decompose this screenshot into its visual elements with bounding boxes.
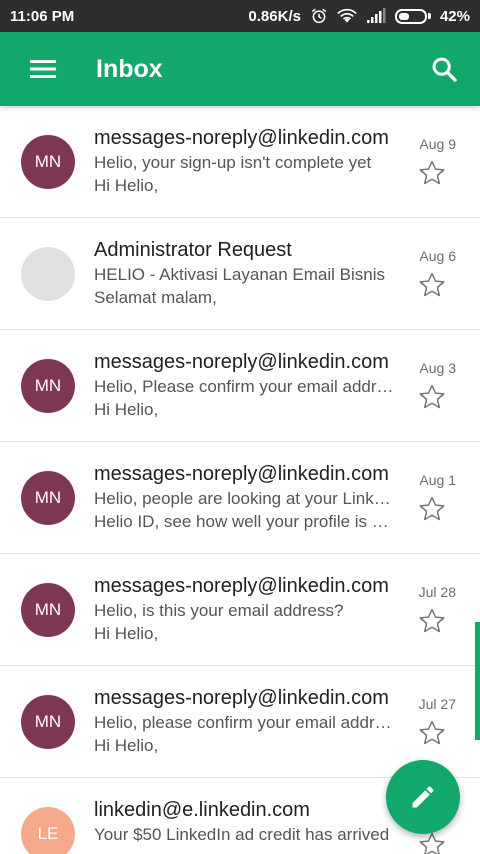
email-date: Aug 1 — [419, 472, 456, 488]
email-sender: messages-noreply@linkedin.com — [94, 351, 389, 373]
email-snippet: Hi Helio, — [94, 624, 159, 643]
avatar: MN — [21, 359, 75, 413]
star-icon[interactable] — [417, 158, 447, 188]
email-snippet: Hi Helio, — [94, 736, 159, 755]
email-snippet: Helio ID, see how well your profile is d… — [94, 512, 394, 531]
status-icons: 0.86K/s 42% — [248, 7, 470, 25]
avatar — [21, 247, 75, 301]
avatar: MN — [21, 695, 75, 749]
email-text: Administrator Request HELIO - Aktivasi L… — [94, 237, 394, 309]
search-button[interactable] — [414, 32, 474, 106]
email-subject: Helio, is this your email address? — [94, 601, 344, 620]
email-subject: Helio, please confirm your email address — [94, 713, 394, 732]
scrollbar[interactable] — [475, 622, 480, 740]
email-snippet: Selamat malam, — [94, 288, 217, 307]
battery-percent: 42% — [439, 7, 470, 25]
email-text: messages-noreply@linkedin.com Helio, ple… — [94, 685, 394, 757]
email-row[interactable]: MN messages-noreply@linkedin.com Helio, … — [0, 554, 480, 666]
email-subject: Your $50 LinkedIn ad credit has arrived — [94, 825, 390, 844]
email-sender: messages-noreply@linkedin.com — [94, 575, 389, 597]
signal-icon — [366, 8, 386, 24]
wifi-icon — [337, 8, 357, 24]
status-bar: 11:06 PM 0.86K/s 42% — [0, 0, 480, 32]
email-text: messages-noreply@linkedin.com Helio, you… — [94, 125, 394, 197]
pencil-icon — [412, 786, 434, 808]
email-sender: messages-noreply@linkedin.com — [94, 127, 389, 149]
page-title: Inbox — [96, 54, 163, 83]
search-icon — [432, 57, 457, 82]
battery-icon — [394, 8, 431, 24]
email-subject: Helio, Please confirm your email address — [94, 377, 394, 396]
email-list: MN messages-noreply@linkedin.com Helio, … — [0, 106, 480, 854]
email-row[interactable]: MN messages-noreply@linkedin.com Helio, … — [0, 442, 480, 554]
alarm-icon — [310, 7, 328, 25]
email-snippet: Hi Helio, — [94, 400, 159, 419]
star-icon[interactable] — [417, 382, 447, 412]
status-time: 11:06 PM — [10, 7, 75, 25]
email-date: Jul 28 — [418, 584, 456, 600]
email-date: Aug 6 — [419, 248, 456, 264]
compose-button[interactable] — [386, 760, 460, 834]
email-sender: messages-noreply@linkedin.com — [94, 687, 389, 709]
star-icon[interactable] — [417, 270, 447, 300]
email-row[interactable]: MN messages-noreply@linkedin.com Helio, … — [0, 106, 480, 218]
avatar: LE — [21, 807, 75, 854]
avatar: MN — [21, 471, 75, 525]
menu-button[interactable] — [0, 32, 84, 106]
avatar: MN — [21, 135, 75, 189]
email-text: messages-noreply@linkedin.com Helio, peo… — [94, 461, 394, 533]
star-icon[interactable] — [417, 494, 447, 524]
star-icon[interactable] — [417, 718, 447, 748]
email-date: Jul 27 — [418, 696, 456, 712]
email-snippet: Hi Helio, — [94, 176, 159, 195]
email-subject: HELIO - Aktivasi Layanan Email Bisnis — [94, 265, 386, 284]
star-icon[interactable] — [417, 606, 447, 636]
menu-icon — [30, 60, 56, 78]
email-date: Aug 3 — [419, 360, 456, 376]
email-row[interactable]: MN messages-noreply@linkedin.com Helio, … — [0, 330, 480, 442]
network-speed: 0.86K/s — [248, 7, 301, 25]
email-sender: linkedin@e.linkedin.com — [94, 799, 310, 821]
email-text: messages-noreply@linkedin.com Helio, is … — [94, 573, 394, 645]
email-row[interactable]: MN messages-noreply@linkedin.com Helio, … — [0, 666, 480, 778]
avatar: MN — [21, 583, 75, 637]
email-sender: Administrator Request — [94, 239, 292, 261]
email-sender: messages-noreply@linkedin.com — [94, 463, 389, 485]
email-text: linkedin@e.linkedin.com Your $50 LinkedI… — [94, 797, 394, 846]
email-subject: Helio, people are looking at your Linked… — [94, 489, 394, 508]
app-bar: Inbox — [0, 32, 480, 106]
email-text: messages-noreply@linkedin.com Helio, Ple… — [94, 349, 394, 421]
email-date: Aug 9 — [419, 136, 456, 152]
email-subject: Helio, your sign-up isn't complete yet — [94, 153, 372, 172]
email-row[interactable]: Administrator Request HELIO - Aktivasi L… — [0, 218, 480, 330]
